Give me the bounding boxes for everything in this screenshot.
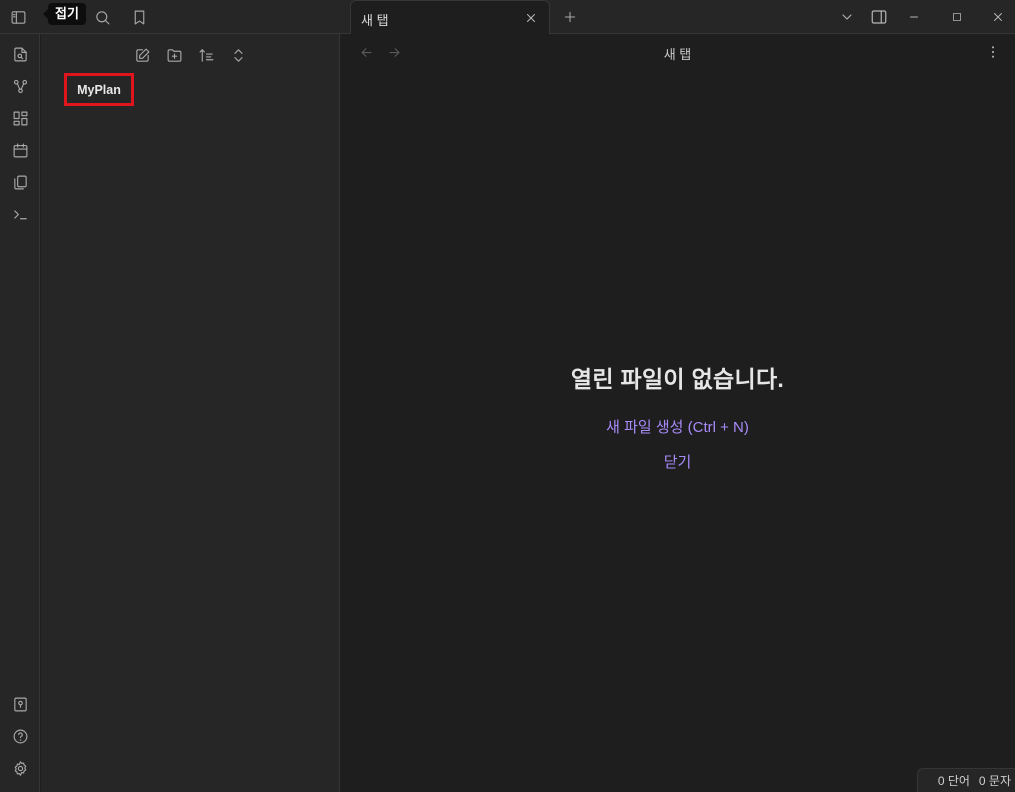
sidebar-header: 접기 [0, 0, 340, 34]
explorer-actions [129, 42, 251, 68]
settings-icon[interactable] [7, 755, 33, 781]
vault-switcher-icon[interactable] [7, 691, 33, 717]
status-bar: 0 단어 0 문자 [917, 768, 1015, 792]
canvas-icon[interactable] [7, 105, 33, 131]
sidebar-toggle-icon[interactable] [5, 4, 31, 30]
ribbon [0, 34, 40, 792]
file-item-myplan[interactable]: MyPlan [64, 73, 134, 106]
new-note-icon[interactable] [129, 42, 155, 68]
app-window: 접기 MyPlan 새 탭 새 탭 열린 파일이 없습니다. 새 파일 생성 (… [0, 0, 1015, 792]
graph-view-icon[interactable] [7, 73, 33, 99]
sort-icon[interactable] [193, 42, 219, 68]
char-count: 0 문자 [978, 774, 1011, 788]
view-title: 새 탭 [663, 47, 692, 62]
window-close-icon[interactable] [984, 4, 1012, 30]
bookmark-icon[interactable] [126, 4, 152, 30]
minimize-icon[interactable] [900, 4, 928, 30]
search-icon[interactable] [89, 4, 115, 30]
tab-header: 새 탭 [340, 0, 1015, 34]
view-header: 새 탭 [340, 34, 1015, 70]
create-new-file-link[interactable]: 새 파일 생성 (Ctrl + N) [340, 416, 1015, 437]
command-palette-icon[interactable] [7, 201, 33, 227]
tab-new-tab[interactable]: 새 탭 [350, 0, 550, 34]
daily-note-icon[interactable] [7, 137, 33, 163]
help-icon[interactable] [7, 723, 33, 749]
plus-icon[interactable] [558, 5, 582, 29]
tab-title: 새 탭 [361, 13, 389, 28]
quick-switcher-icon[interactable] [7, 41, 33, 67]
more-options-icon[interactable] [983, 42, 1003, 62]
right-sidebar-toggle-icon[interactable] [865, 4, 893, 30]
collapse-tooltip: 접기 [43, 3, 86, 25]
maximize-icon[interactable] [943, 4, 971, 30]
close-icon[interactable] [521, 8, 541, 28]
empty-state-title: 열린 파일이 없습니다. [570, 366, 785, 392]
collapse-all-icon[interactable] [225, 42, 251, 68]
close-tab-link[interactable]: 닫기 [340, 451, 1015, 472]
word-count: 0 단어 [937, 774, 970, 788]
file-explorer: MyPlan [41, 34, 340, 792]
chevron-down-icon[interactable] [833, 4, 861, 30]
new-folder-icon[interactable] [161, 42, 187, 68]
templates-icon[interactable] [7, 169, 33, 195]
empty-state: 열린 파일이 없습니다. 새 파일 생성 (Ctrl + N) 닫기 [340, 360, 1015, 472]
